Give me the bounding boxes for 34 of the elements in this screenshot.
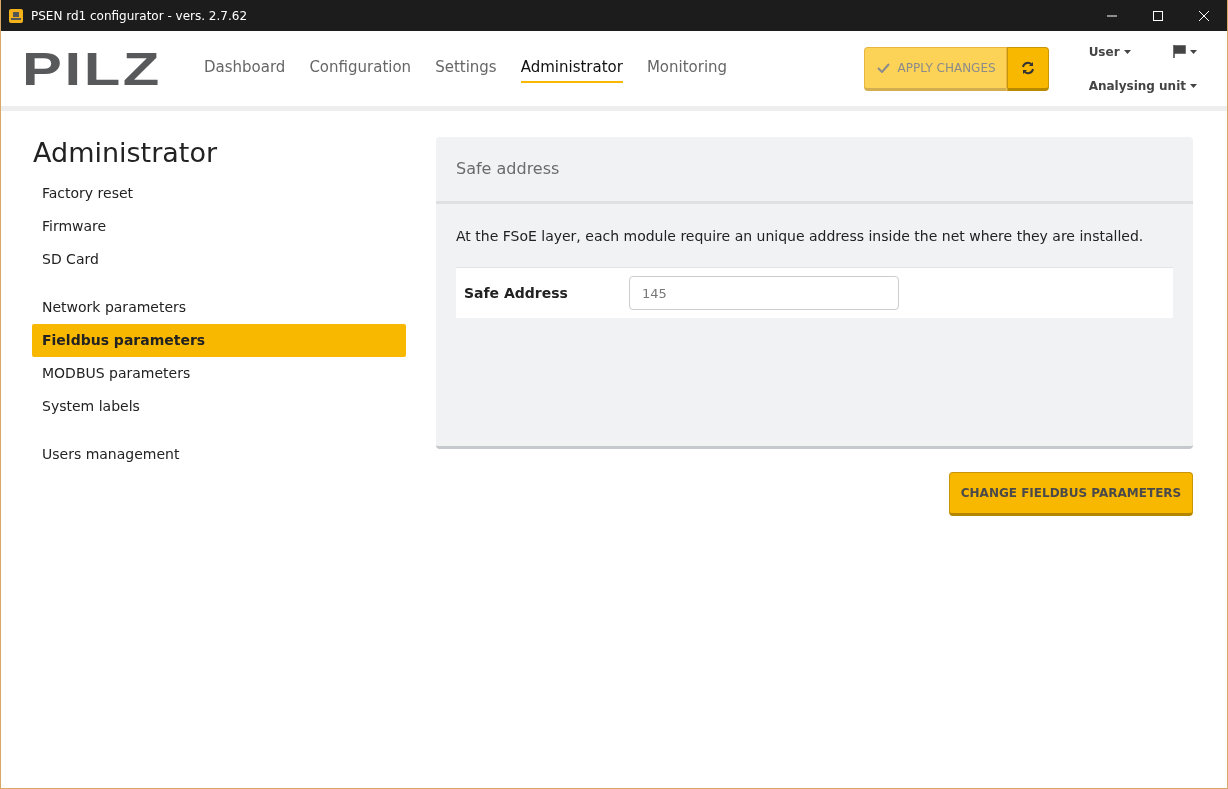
nav-tab[interactable]: Configuration — [309, 54, 412, 83]
flag-icon — [1173, 45, 1186, 58]
panel-title: Safe address — [436, 137, 1193, 204]
caret-icon — [1123, 49, 1131, 54]
close-icon — [1199, 10, 1209, 21]
sidebar-item[interactable]: Fieldbus parameters — [32, 324, 406, 358]
caret-icon — [1190, 49, 1197, 54]
field-label: Safe Address — [464, 283, 569, 303]
nav-tab[interactable]: Settings — [435, 54, 497, 83]
language-menu[interactable] — [1173, 42, 1197, 61]
sidebar-item[interactable]: Factory reset — [32, 177, 406, 211]
analysing-unit-menu[interactable]: Analysing unit — [1088, 76, 1197, 95]
check-icon — [876, 62, 890, 73]
change-fieldbus-parameters-button[interactable]: CHANGE FIELDBUS PARAMETERS — [949, 472, 1193, 516]
app-icon — [9, 8, 23, 23]
user-menu[interactable]: User — [1088, 42, 1131, 61]
nav-tab[interactable]: Monitoring — [646, 54, 728, 83]
sidebar-item[interactable]: Network parameters — [32, 291, 406, 325]
sidebar-item[interactable]: SD Card — [32, 243, 406, 277]
sidebar-item[interactable]: System labels — [32, 390, 406, 424]
sidebar-item[interactable]: MODBUS parameters — [32, 357, 406, 391]
caret-icon — [1190, 83, 1197, 88]
sidebar-item[interactable]: Users management — [32, 438, 406, 472]
refresh-icon — [1020, 61, 1035, 75]
nav-tab[interactable]: Administrator — [520, 54, 623, 83]
nav-tab[interactable]: Dashboard — [204, 54, 286, 83]
maximize-icon — [1153, 10, 1163, 21]
logo: PILZ — [22, 45, 163, 92]
sidebar-title: Administrator — [33, 137, 219, 170]
safe-address-field[interactable]: 145 — [629, 276, 899, 310]
sidebar-item[interactable]: Firmware — [32, 210, 406, 244]
window-title: PSEN rd1 configurator - vers. 2.7.62 — [31, 7, 248, 25]
description-text: At the FSoE layer, each module require an unique address inside the net where they are installed. — [456, 227, 1145, 246]
refresh-button[interactable] — [1006, 46, 1049, 91]
